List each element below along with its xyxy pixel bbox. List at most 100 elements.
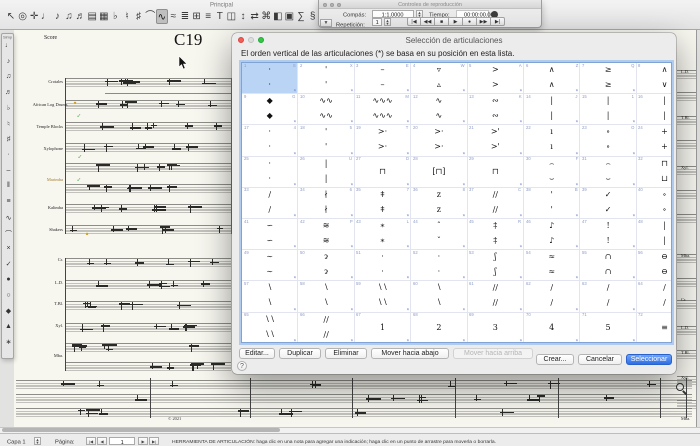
move-down-button[interactable]: Mover hacia abajo — [371, 348, 449, 359]
chord-tool-icon[interactable]: ⊞ — [191, 9, 203, 24]
palette-tool-icon[interactable]: ∿ — [2, 214, 15, 222]
cancel-button[interactable]: Cancelar — [578, 354, 622, 365]
articulation-cell[interactable]: 48*|| — [637, 219, 672, 250]
articulation-cell[interactable]: 40H*∘∘ — [637, 188, 672, 219]
layer-stepper[interactable]: ▲▼ — [34, 437, 41, 445]
selection-tool-icon[interactable]: ↖ — [5, 9, 17, 24]
articulation-cell[interactable]: 52*·· — [411, 250, 467, 281]
playback-titlebar[interactable]: Controles de reproducción — [319, 0, 541, 9]
graphics-tool-icon[interactable]: ◧ — [272, 9, 284, 24]
go-to-end-button[interactable]: ▶| — [491, 17, 505, 26]
articulation-cell[interactable]: 5A*>> — [468, 63, 524, 94]
articulation-cell[interactable]: 71*5 — [580, 313, 636, 343]
text-tool-icon[interactable]: T — [214, 9, 226, 24]
articulation-cell[interactable]: 22*ıı — [524, 125, 580, 156]
stop-button[interactable]: ■ — [435, 17, 449, 26]
simple-entry-tool-icon[interactable]: ♪ — [51, 9, 63, 24]
articulation-cell[interactable]: 43L*∗∗ — [355, 219, 411, 250]
lyrics-tool-icon[interactable]: ≡ — [202, 9, 214, 24]
articulation-cell[interactable]: 70*4 — [524, 313, 580, 343]
selection-filter-tool-icon[interactable]: § — [307, 9, 319, 24]
palette-tool-icon[interactable]: ≡ — [2, 198, 15, 205]
articulation-cell[interactable]: 28*[⊓] — [411, 157, 467, 188]
palette-collapse-button[interactable]: ▼ — [320, 19, 332, 27]
articulation-cell[interactable]: 23O*∘∘ — [580, 125, 636, 156]
articulation-cell[interactable]: 24*++ — [637, 125, 672, 156]
articulation-cell[interactable]: 68*2 — [411, 313, 467, 343]
palette-tool-icon[interactable]: ♭ — [2, 104, 15, 112]
resize-tool-icon[interactable]: ↕ — [237, 9, 249, 24]
palette-tool-icon[interactable]: ⌒ — [2, 229, 15, 239]
repeat-tool-icon[interactable]: ≣ — [179, 9, 191, 24]
articulation-cell[interactable]: 32*⊓⊔ — [637, 157, 672, 188]
page-number-field[interactable]: 1 — [109, 437, 135, 445]
articulation-cell[interactable]: 29*⊓ — [468, 157, 524, 188]
articulation-cell[interactable]: 64*∕∕ — [637, 281, 672, 312]
hand-grabber-tool-icon[interactable]: ✛ — [28, 9, 40, 24]
articulation-cell[interactable]: 57*∖∖ — [242, 281, 298, 312]
articulation-cell[interactable]: 357*ǂǂ — [355, 188, 411, 219]
articulation-cell[interactable]: 42P*≋≋ — [298, 219, 354, 250]
articulation-cell[interactable]: 38B*'' — [524, 188, 580, 219]
palette-tool-icon[interactable]: ○ — [2, 292, 15, 299]
measure-tool-icon[interactable]: ▦ — [98, 9, 110, 24]
palette-tool-icon[interactable]: ● — [2, 276, 15, 283]
articulation-cell[interactable]: 2X*'' — [298, 63, 354, 94]
articulation-cell[interactable]: 31*⌢⌣ — [580, 157, 636, 188]
duplicate-button[interactable]: Duplicar — [279, 348, 321, 359]
articulation-cell[interactable]: 9G*◆◆ — [242, 94, 298, 125]
horizontal-scrollbar-thumb[interactable] — [2, 428, 280, 432]
articulation-cell[interactable]: 69*3 — [468, 313, 524, 343]
speedy-entry-tool-icon[interactable]: ♫ — [63, 9, 75, 24]
articulation-cell[interactable]: 49*∼∼ — [242, 250, 298, 281]
last-page-button[interactable]: ▶| — [149, 437, 159, 445]
articulation-cell[interactable]: 45R*‡‡ — [468, 219, 524, 250]
palette-tool-icon[interactable]: · — [2, 151, 15, 158]
help-button[interactable]: ? — [237, 361, 247, 371]
articulation-cell[interactable]: 7Q*≥≥ — [580, 63, 636, 94]
dialog-titlebar[interactable]: Selección de articulaciones — [232, 33, 676, 46]
articulation-cell[interactable]: 21*>'>' — [468, 125, 524, 156]
articulation-cell[interactable]: 20*>·>· — [411, 125, 467, 156]
record-button[interactable]: ● — [463, 17, 477, 26]
palette-tool-icon[interactable]: ♯ — [2, 136, 15, 143]
first-page-button[interactable]: |◀ — [86, 437, 96, 445]
articulation-cell[interactable]: 13K*∾∾ — [468, 94, 524, 125]
time-signature-tool-icon[interactable]: ♮ — [121, 9, 133, 24]
palette-tool-icon[interactable]: ♪ — [2, 58, 15, 65]
articulation-cell[interactable]: 151*|| — [580, 94, 636, 125]
articulation-cell[interactable]: 185*'' — [298, 125, 354, 156]
articulation-cell[interactable]: 59*∖∖∖∖ — [355, 281, 411, 312]
articulation-cell[interactable]: 33*∕∕ — [242, 188, 298, 219]
articulation-cell[interactable]: 65*∖∖∖∖ — [242, 313, 298, 343]
articulation-cell[interactable]: 58*∖∖ — [298, 281, 354, 312]
previous-page-button[interactable]: ◀ — [97, 437, 107, 445]
articulation-cell[interactable]: 30F*⌢⌣ — [524, 157, 580, 188]
articulation-cell[interactable]: 47*!! — [580, 219, 636, 250]
mirror-tool-icon[interactable]: ⇄ — [249, 9, 261, 24]
select-button[interactable]: Seleccionar — [626, 354, 672, 365]
articulation-cell[interactable]: 368*zz — [411, 188, 467, 219]
articulation-cell[interactable]: 6Z*∧∧ — [524, 63, 580, 94]
articulation-cell[interactable]: 46*♪♪ — [524, 219, 580, 250]
articulation-cell[interactable]: 72*≡ — [637, 313, 672, 343]
articulation-cell[interactable]: 25*·· — [242, 157, 298, 188]
clef-tool-icon[interactable]: ♯ — [133, 9, 145, 24]
palette-tool-icon[interactable]: ‖ — [2, 182, 15, 189]
palette-tool-icon[interactable]: – — [2, 167, 15, 174]
articulation-cell[interactable]: 66*∕∕∕∕ — [298, 313, 354, 343]
mass-edit-tool-icon[interactable]: ∑ — [295, 9, 307, 24]
palette-tool-icon[interactable]: ▲ — [2, 323, 15, 330]
minimize-window-icon[interactable] — [330, 3, 334, 7]
zoom-window-icon[interactable] — [337, 3, 341, 7]
forward-button[interactable]: ▶▶ — [477, 17, 491, 26]
page-layout-tool-icon[interactable]: ◫ — [225, 9, 237, 24]
palette-tool-icon[interactable]: ♩ — [2, 42, 15, 49]
articulation-cell[interactable]: 26U*|| — [298, 157, 354, 188]
tuplet-tool-icon[interactable]: ♬ — [75, 9, 87, 24]
articulation-cell[interactable]: 10*∿∿∿∿ — [298, 94, 354, 125]
articulation-cell[interactable]: 41*∽∽ — [242, 219, 298, 250]
palette-tool-icon[interactable]: ♮ — [2, 120, 15, 128]
articulation-cell[interactable]: 67*1 — [355, 313, 411, 343]
palette-tool-icon[interactable]: ◆ — [2, 307, 15, 315]
